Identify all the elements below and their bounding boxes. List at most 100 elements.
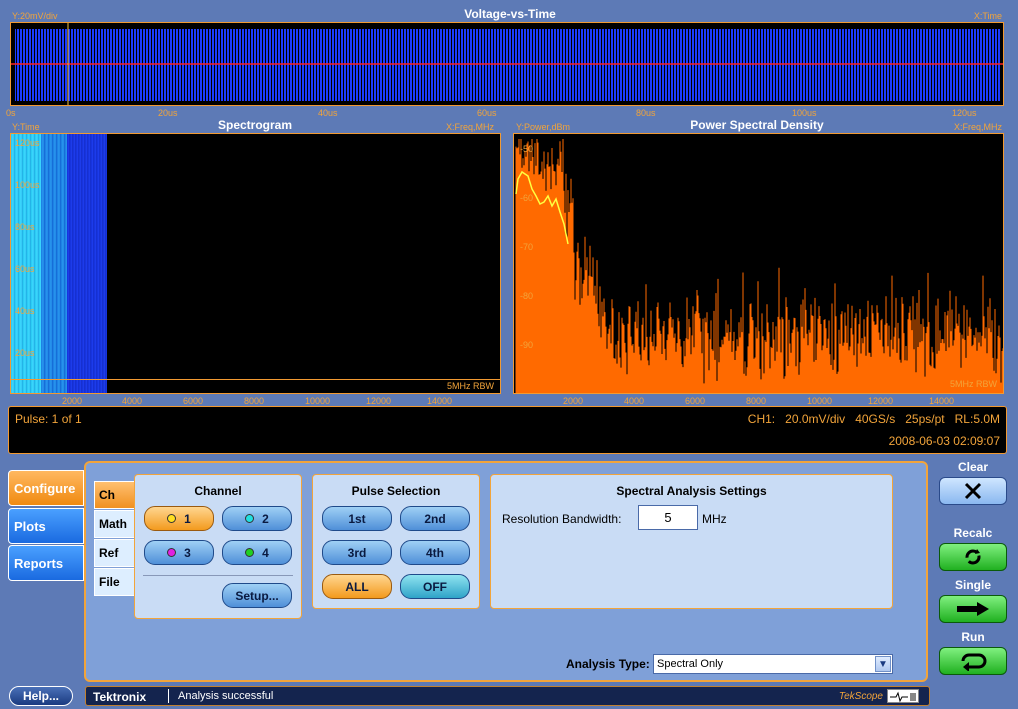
voltage-time-plot[interactable] (10, 22, 1004, 106)
spectrogram-y-tick: 100us (15, 180, 40, 190)
spectrogram-x-tick: 12000 (366, 396, 392, 406)
tab-reports[interactable]: Reports (8, 545, 84, 581)
tab-configure[interactable]: Configure (8, 470, 84, 506)
refresh-icon (965, 549, 981, 565)
psd-x-tick: 10000 (807, 396, 833, 406)
footer-divider (168, 689, 169, 703)
ch1-label: CH1: (747, 412, 776, 426)
spectrogram-y-label: Y:Time (12, 122, 40, 132)
channel-1-dot (167, 514, 177, 523)
pulse-selection-title: Pulse Selection (351, 484, 441, 498)
analysis-type-value: Spectral Only (657, 658, 724, 670)
channel-3-button[interactable]: 3 (144, 540, 214, 565)
spectral-settings-title: Spectral Analysis Settings (616, 484, 767, 498)
analysis-type-label: Analysis Type: (566, 657, 650, 671)
rbw-input[interactable]: 5 (638, 505, 698, 530)
channel-4-button[interactable]: 4 (222, 540, 292, 565)
clear-button[interactable] (939, 477, 1007, 505)
psd-plot[interactable]: 5MHz RBW -50 -60 -70 -80 -90 (513, 133, 1004, 394)
psd-y-tick: -80 (520, 291, 534, 301)
channel-group: Channel 1 2 3 4 Setup... (134, 474, 302, 619)
tekscope-label: TekScope (838, 691, 883, 702)
spectrogram-x-tick: 2000 (62, 396, 83, 406)
tektronix-logo: Tektronix (93, 690, 147, 704)
psd-x-tick: 6000 (685, 396, 706, 406)
single-label: Single (954, 578, 991, 592)
setup-button[interactable]: Setup... (222, 583, 292, 608)
run-button[interactable] (939, 647, 1007, 675)
pulse-off-button[interactable]: OFF (400, 574, 470, 599)
tab-plots[interactable]: Plots (8, 508, 84, 544)
status-panel: Pulse: 1 of 1 CH1: 20.0mV/div 40GS/s 25p… (8, 406, 1007, 454)
channel-3-dot (167, 548, 177, 557)
subtab-file[interactable]: File (94, 568, 136, 596)
time-resolution: 25ps/pt (905, 412, 945, 426)
vt-x-tick: 60us (477, 108, 497, 118)
pulse-all-button[interactable]: ALL (322, 574, 392, 599)
close-icon (964, 482, 982, 500)
pulse-4th-button[interactable]: 4th (400, 540, 470, 565)
sample-rate: 40GS/s (855, 412, 896, 426)
channel-4-dot (245, 548, 255, 557)
record-length: RL:5.0M (954, 412, 1000, 426)
subtab-ref[interactable]: Ref (94, 539, 136, 567)
footer-bar: Tektronix Analysis successful TekScope (85, 686, 930, 706)
subtab-math[interactable]: Math (94, 510, 136, 538)
loop-icon (961, 653, 987, 671)
channel-divider (143, 575, 293, 576)
psd-peak-trace (515, 139, 1003, 393)
scope-icon (887, 689, 919, 703)
arrow-right-icon (957, 602, 989, 616)
channel-4-label: 4 (262, 545, 269, 560)
pulse-1st-button[interactable]: 1st (322, 506, 392, 531)
psd-y-tick: -60 (520, 193, 534, 203)
channel-2-label: 2 (262, 511, 269, 526)
psd-x-tick: 2000 (563, 396, 584, 406)
help-button[interactable]: Help... (9, 686, 73, 706)
spectrogram-rbw: 5MHz RBW (447, 381, 494, 391)
subtab-ch[interactable]: Ch (94, 481, 136, 509)
spectrogram-x-label: X:Freq,MHz (446, 122, 495, 132)
vt-x-label: X:Time (973, 11, 1002, 21)
channel-2-button[interactable]: 2 (222, 506, 292, 531)
vt-x-tick: 40us (318, 108, 338, 118)
psd-title: Power Spectral Density (690, 118, 824, 132)
psd-traces (515, 139, 1003, 393)
recalc-label: Recalc (953, 526, 993, 540)
spectrogram-x-tick: 10000 (305, 396, 331, 406)
vt-x-tick: 120us (952, 108, 977, 118)
acquisition-info: CH1: 20.0mV/div 40GS/s 25ps/pt RL:5.0M (748, 412, 1000, 426)
psd-x-label: X:Freq,MHz (953, 122, 1002, 132)
timestamp: 2008-06-03 02:09:07 (888, 434, 1000, 448)
single-button[interactable] (939, 595, 1007, 623)
analysis-type-select[interactable]: Spectral Only ▼ (653, 654, 893, 674)
spectrogram-plot[interactable]: 5MHz RBW 120us 100us 80us 60us 40us 20us (10, 133, 501, 394)
channel-1-button[interactable]: 1 (144, 506, 214, 531)
recalc-button[interactable] (939, 543, 1007, 571)
vt-title: Voltage-vs-Time (464, 7, 556, 21)
run-label: Run (961, 630, 985, 644)
spectrogram-x-tick: 8000 (244, 396, 265, 406)
chevron-down-icon[interactable]: ▼ (875, 656, 891, 672)
spectrogram-y-tick: 40us (15, 306, 35, 316)
spectrogram-y-tick: 60us (15, 264, 35, 274)
spectrogram-y-tick: 20us (15, 348, 35, 358)
vt-y-label: Y:20mV/div (12, 11, 58, 21)
spectrogram-band-mid (41, 134, 67, 393)
spectrogram-band-blue (67, 134, 107, 393)
rbw-label: Resolution Bandwidth: (502, 512, 622, 526)
channel-3-label: 3 (184, 545, 191, 560)
pulse-3rd-button[interactable]: 3rd (322, 540, 392, 565)
status-message: Analysis successful (178, 690, 274, 702)
pulse-indicator: Pulse: 1 of 1 (15, 412, 82, 426)
psd-x-tick: 14000 (929, 396, 955, 406)
vt-x-tick: 80us (636, 108, 656, 118)
psd-x-tick: 8000 (746, 396, 767, 406)
pulse-selection-group: Pulse Selection 1st 2nd 3rd 4th ALL OFF (312, 474, 480, 609)
spectrogram-baseline (11, 379, 500, 380)
channel-2-dot (245, 514, 255, 523)
channel-title: Channel (194, 484, 242, 498)
pulse-2nd-button[interactable]: 2nd (400, 506, 470, 531)
volts-per-div: 20.0mV/div (785, 412, 846, 426)
psd-x-tick: 4000 (624, 396, 645, 406)
